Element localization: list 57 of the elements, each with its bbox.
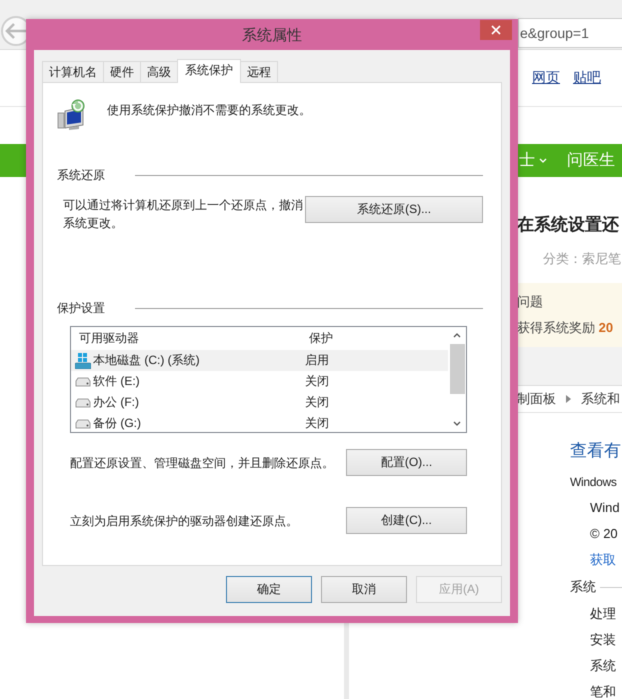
drive-icon xyxy=(75,376,91,387)
drive-name: 办公 (F:) xyxy=(93,394,139,412)
header-link[interactable]: 贴吧 xyxy=(573,69,601,87)
scrollbar-thumb[interactable] xyxy=(450,344,464,394)
list-row[interactable]: 软件 (E:) 关闭 xyxy=(71,371,448,392)
column-header[interactable]: 保护 xyxy=(305,330,333,348)
header-link[interactable]: 网页 xyxy=(532,69,560,87)
system-drive-icon xyxy=(75,352,91,369)
protection-status: 关闭 xyxy=(304,373,329,390)
protection-status: 启用 xyxy=(304,352,329,370)
system-restore-button[interactable]: 系统还原(S)... xyxy=(305,196,483,223)
tab[interactable]: 计算机名 xyxy=(42,61,104,82)
info-link[interactable]: 获取 xyxy=(570,547,622,573)
section-label: Windows xyxy=(570,474,618,491)
info-label: 安装 xyxy=(589,631,617,649)
notice-title: 问题 xyxy=(517,293,544,311)
category-text: 分类：索尼笔 xyxy=(542,250,622,268)
drive-icon xyxy=(75,398,91,408)
reward-text: 获得系统奖励 20 xyxy=(517,319,614,337)
drive-icon xyxy=(75,418,91,429)
info-text: Wind xyxy=(589,499,621,517)
description-text: 配置还原设置、管理磁盘空间，并且删除还原点。 xyxy=(70,454,334,472)
protection-status: 关闭 xyxy=(304,415,329,432)
section-label: 系统 xyxy=(570,578,596,596)
drive-name: 软件 (E:) xyxy=(93,373,140,390)
question-title: 在系统设置还 xyxy=(517,214,620,236)
tab[interactable]: 系统保护 xyxy=(177,59,241,83)
back-arrow-icon[interactable] xyxy=(5,22,27,38)
drive-name: 备份 (G:) xyxy=(93,415,141,432)
dialog-button[interactable]: 取消 xyxy=(321,576,407,602)
info-label: 笔和 xyxy=(589,683,617,699)
description-text: 使用系统保护撤消不需要的系统更改。 xyxy=(107,102,311,119)
info-heading: 查看有 xyxy=(570,440,622,462)
info-label: 处理 xyxy=(589,605,617,623)
breadcrumb-item[interactable]: 制面板 xyxy=(517,390,556,408)
chevron-icon xyxy=(566,395,571,403)
close-icon[interactable] xyxy=(491,25,501,35)
description-text: 立刻为启用系统保护的驱动器创建还原点。 xyxy=(70,512,298,530)
drive-name: 本地磁盘 (C:) (系统) xyxy=(93,352,200,370)
configure-button[interactable]: 配置(O)... xyxy=(346,448,467,476)
group-label: 保护设置 xyxy=(57,300,105,317)
dialog-button[interactable]: 确定 xyxy=(226,576,312,602)
breadcrumb-item[interactable]: 系统和 xyxy=(581,390,620,408)
description-text: 可以通过将计算机还原到上一个还原点，撤消系统更改。 xyxy=(63,196,304,232)
column-header[interactable]: 可用驱动器 xyxy=(71,330,305,348)
protection-status: 关闭 xyxy=(304,394,329,412)
address-field[interactable]: e&group=1 xyxy=(518,18,622,48)
tab[interactable]: 远程 xyxy=(240,61,278,82)
create-button[interactable]: 创建(C)... xyxy=(346,506,467,534)
list-row[interactable]: 本地磁盘 (C:) (系统) 启用 xyxy=(71,350,448,372)
list-row[interactable]: 备份 (G:) 关闭 xyxy=(71,413,448,432)
window-title: 系统属性 xyxy=(242,26,302,44)
info-label: 系统 xyxy=(589,657,617,675)
group-label: 系统还原 xyxy=(57,167,105,184)
info-text: © 20 xyxy=(589,525,619,543)
list-row[interactable]: 办公 (F:) 关闭 xyxy=(71,392,448,414)
close-button[interactable] xyxy=(480,20,512,40)
